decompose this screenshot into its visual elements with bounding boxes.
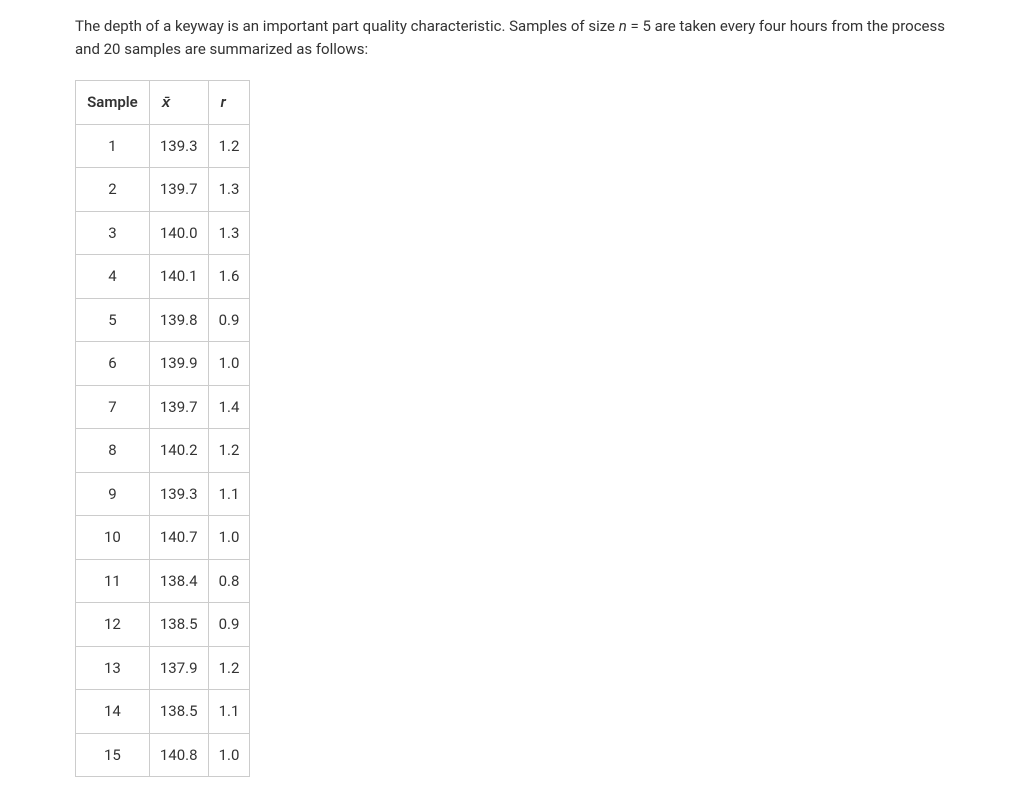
cell-sample: 1 (76, 124, 150, 168)
table-row: 15140.81.0 (76, 733, 250, 777)
table-row: 2139.71.3 (76, 168, 250, 212)
cell-xbar: 137.9 (149, 646, 208, 690)
cell-r: 1.4 (208, 385, 250, 429)
cell-sample: 14 (76, 690, 150, 734)
cell-r: 1.0 (208, 733, 250, 777)
cell-sample: 9 (76, 472, 150, 516)
cell-sample: 15 (76, 733, 150, 777)
cell-r: 1.3 (208, 168, 250, 212)
table-row: 9139.31.1 (76, 472, 250, 516)
cell-r: 1.2 (208, 124, 250, 168)
cell-xbar: 140.8 (149, 733, 208, 777)
table-row: 10140.71.0 (76, 516, 250, 560)
problem-text-part1: The depth of a keyway is an important pa… (75, 17, 619, 35)
cell-xbar: 140.7 (149, 516, 208, 560)
cell-r: 1.0 (208, 342, 250, 386)
cell-sample: 7 (76, 385, 150, 429)
cell-r: 1.1 (208, 690, 250, 734)
cell-r: 1.6 (208, 255, 250, 299)
cell-sample: 11 (76, 559, 150, 603)
cell-xbar: 139.3 (149, 472, 208, 516)
cell-xbar: 138.5 (149, 603, 208, 647)
table-row: 4140.11.6 (76, 255, 250, 299)
cell-xbar: 138.4 (149, 559, 208, 603)
cell-xbar: 138.5 (149, 690, 208, 734)
table-row: 7139.71.4 (76, 385, 250, 429)
cell-r: 1.2 (208, 429, 250, 473)
cell-sample: 6 (76, 342, 150, 386)
table-row: 12138.50.9 (76, 603, 250, 647)
cell-sample: 13 (76, 646, 150, 690)
cell-r: 1.0 (208, 516, 250, 560)
cell-xbar: 139.7 (149, 168, 208, 212)
cell-r: 0.9 (208, 298, 250, 342)
table-row: 14138.51.1 (76, 690, 250, 734)
header-r: r (208, 81, 250, 125)
cell-r: 1.1 (208, 472, 250, 516)
cell-sample: 2 (76, 168, 150, 212)
variable-n: n (619, 17, 627, 35)
table-row: 1139.31.2 (76, 124, 250, 168)
table-row: 8140.21.2 (76, 429, 250, 473)
header-xbar: x̄ (149, 81, 208, 125)
cell-r: 0.9 (208, 603, 250, 647)
cell-sample: 8 (76, 429, 150, 473)
cell-xbar: 140.2 (149, 429, 208, 473)
cell-xbar: 139.7 (149, 385, 208, 429)
cell-r: 1.2 (208, 646, 250, 690)
cell-sample: 5 (76, 298, 150, 342)
data-table: Sample x̄ r 1139.31.22139.71.33140.01.34… (75, 80, 250, 777)
cell-xbar: 140.1 (149, 255, 208, 299)
cell-xbar: 139.9 (149, 342, 208, 386)
cell-sample: 3 (76, 211, 150, 255)
cell-xbar: 139.8 (149, 298, 208, 342)
cell-r: 0.8 (208, 559, 250, 603)
header-sample: Sample (76, 81, 150, 125)
table-row: 6139.91.0 (76, 342, 250, 386)
problem-statement: The depth of a keyway is an important pa… (75, 15, 947, 60)
cell-sample: 10 (76, 516, 150, 560)
cell-r: 1.3 (208, 211, 250, 255)
table-row: 11138.40.8 (76, 559, 250, 603)
table-row: 3140.01.3 (76, 211, 250, 255)
cell-sample: 12 (76, 603, 150, 647)
table-row: 13137.91.2 (76, 646, 250, 690)
cell-xbar: 140.0 (149, 211, 208, 255)
table-row: 5139.80.9 (76, 298, 250, 342)
cell-xbar: 139.3 (149, 124, 208, 168)
cell-sample: 4 (76, 255, 150, 299)
table-header-row: Sample x̄ r (76, 81, 250, 125)
